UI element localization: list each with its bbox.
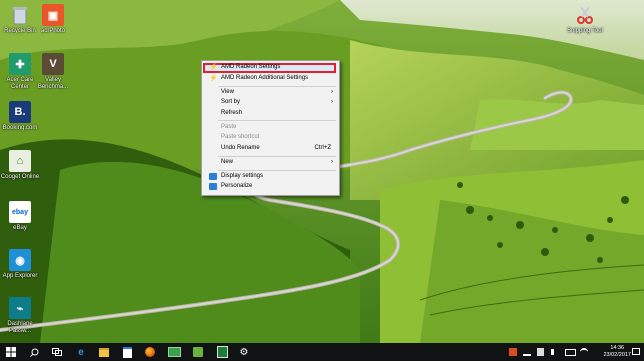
desktop-icon-ebay[interactable]: ebay eBay: [0, 201, 40, 232]
desktop-icon-booking[interactable]: B. Booking.com: [0, 101, 40, 132]
wifi-icon[interactable]: [580, 348, 588, 356]
desktop[interactable]: Recycle Bin ▣ acrPhoto ✚ Acer Care Cente…: [0, 0, 644, 343]
settings-icon: ⚙: [239, 346, 249, 358]
taskbar-solitaire[interactable]: [213, 343, 231, 361]
valley-benchmark-icon: V: [42, 53, 64, 75]
start-button[interactable]: [0, 343, 22, 361]
dashlane-icon: ⌁: [9, 297, 31, 319]
recycle-bin-icon: [9, 4, 31, 26]
file-explorer-icon: [99, 347, 109, 357]
store-icon: [122, 346, 132, 358]
network-icon[interactable]: [523, 348, 531, 356]
shortcut-label: Ctrl+Z: [314, 145, 332, 151]
ebay-icon: ebay: [9, 201, 31, 223]
menu-separator: [218, 120, 336, 121]
edge-icon: e: [78, 346, 84, 358]
menu-item-amd-radeon-additional-settings[interactable]: ⚡ AMD Radeon Additional Settings: [204, 74, 337, 83]
search-button[interactable]: [25, 343, 43, 361]
desktop-icon-valley-benchmark[interactable]: V Valley Benchma...: [33, 53, 73, 91]
taskbar-settings[interactable]: ⚙: [235, 343, 253, 361]
action-center-icon[interactable]: [632, 348, 640, 355]
taskbar: e ⚙ 14:36 23/02/2017: [0, 343, 644, 361]
solitaire-icon: [216, 346, 228, 358]
menu-separator: [218, 156, 336, 157]
desktop-icon-cooget[interactable]: ⌂ Cooget Online: [0, 150, 40, 181]
menu-item-sort-by[interactable]: Sort by ›: [204, 98, 337, 107]
menu-item-amd-radeon-settings[interactable]: ⚡ AMD Radeon Settings: [204, 63, 337, 72]
battery-icon[interactable]: [565, 349, 576, 356]
office-icon[interactable]: [509, 348, 517, 356]
desktop-icon-dashlane[interactable]: ⌁ Dashlane Passw...: [0, 297, 40, 335]
cooget-online-icon: ⌂: [9, 150, 31, 172]
taskbar-firefox[interactable]: [141, 343, 159, 361]
photo-app-icon: ▣: [42, 4, 64, 26]
menu-item-undo-rename[interactable]: Undo Rename Ctrl+Z: [204, 144, 337, 153]
desktop-icon-label: App Explorer: [2, 273, 38, 279]
search-icon: [29, 348, 38, 357]
desktop-icon-snipping-tool[interactable]: Snipping Tool: [565, 4, 605, 35]
desktop-icon-acrphoto[interactable]: ▣ acrPhoto: [33, 4, 73, 35]
menu-separator: [218, 170, 336, 171]
chevron-right-icon: ›: [331, 89, 333, 95]
desktop-icon-label: Booking.com: [2, 125, 38, 131]
chevron-right-icon: ›: [331, 159, 333, 165]
menu-item-display-settings[interactable]: Display settings: [204, 172, 337, 181]
menu-item-view[interactable]: View ›: [204, 88, 337, 97]
clock-date: 23/02/2017: [603, 352, 631, 358]
amd-radeon-icon: ⚡: [209, 64, 218, 71]
taskbar-store[interactable]: [118, 343, 136, 361]
photos-icon: [167, 347, 181, 357]
taskbar-file-explorer[interactable]: [95, 343, 113, 361]
volume-icon[interactable]: [551, 349, 561, 355]
task-view-icon: [52, 348, 62, 356]
menu-item-personalize[interactable]: Personalize: [204, 182, 337, 191]
menu-separator: [218, 86, 336, 87]
desktop-icon-app-explorer[interactable]: ◉ App Explorer: [0, 249, 40, 280]
windows-start-icon: [6, 347, 16, 357]
display-settings-icon: [209, 173, 217, 180]
menu-item-new[interactable]: New ›: [204, 158, 337, 167]
desktop-icon-label: Valley Benchma...: [37, 77, 69, 90]
taskbar-clock[interactable]: 14:36 23/02/2017: [603, 345, 631, 359]
menu-item-paste[interactable]: Paste: [204, 123, 337, 132]
notification-icon[interactable]: [537, 348, 544, 356]
firefox-icon: [145, 347, 155, 357]
snipping-tool-icon: [574, 4, 596, 26]
menu-item-refresh[interactable]: Refresh: [204, 109, 337, 118]
chevron-right-icon: ›: [331, 99, 333, 105]
desktop-context-menu: ⚡ AMD Radeon Settings ⚡ AMD Radeon Addit…: [201, 60, 340, 196]
desktop-icon-label: Dashlane Passw...: [7, 321, 33, 334]
desktop-icon-label: Snipping Tool: [567, 28, 603, 34]
taskbar-acer-app[interactable]: [189, 343, 207, 361]
taskbar-edge[interactable]: e: [72, 343, 90, 361]
acer-app-icon: [193, 347, 203, 357]
app-explorer-icon: ◉: [9, 249, 31, 271]
desktop-icon-label: acrPhoto: [40, 28, 65, 34]
desktop-icon-label: Cooget Online: [0, 174, 40, 180]
personalize-icon: [209, 183, 217, 190]
acer-care-center-icon: ✚: [9, 53, 31, 75]
booking-icon: B.: [9, 101, 31, 123]
taskbar-photos[interactable]: [165, 343, 183, 361]
amd-radeon-icon: ⚡: [209, 75, 218, 82]
clock-time: 14:36: [610, 345, 625, 351]
desktop-icon-label: eBay: [13, 225, 27, 231]
task-view-button[interactable]: [48, 343, 66, 361]
menu-item-paste-shortcut[interactable]: Paste shortcut: [204, 133, 337, 142]
